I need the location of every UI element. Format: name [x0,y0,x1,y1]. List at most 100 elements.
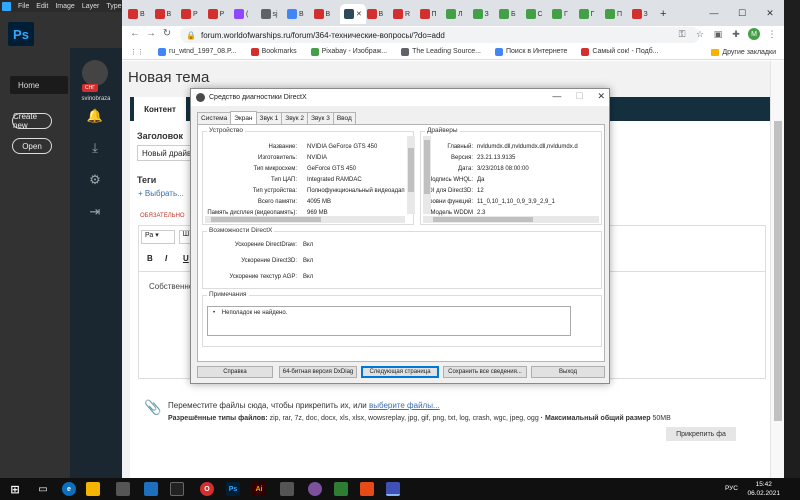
page-scrollbar[interactable] [770,61,784,478]
browser-tab[interactable]: ✕ [340,4,366,24]
close-button[interactable]: ✕ [756,0,784,26]
dxdiag-tab[interactable]: Звук 1 [255,112,283,124]
browser-tab[interactable]: Р [181,4,198,24]
app-icon-2[interactable] [144,482,158,496]
browser-tab[interactable]: В [128,4,145,24]
ps-create-new-button[interactable]: Create new [12,112,52,130]
dxdiag-tab[interactable]: Система [197,112,232,124]
dxdiag-tab[interactable]: Экран [230,111,257,124]
reload-icon[interactable]: ↻ [160,28,174,39]
forward-arrow-icon[interactable]: → [144,28,158,39]
address-bar[interactable]: 🔒 forum.worldofwarships.ru/forum/364-тех… [180,27,700,43]
save-all-button[interactable]: Сохранить все сведения... [443,366,527,378]
choose-files-link[interactable]: выберите файлы... [369,401,440,410]
ps-menu-file[interactable]: File [18,3,29,10]
exit-button[interactable]: Выход [531,366,605,378]
key-icon[interactable]: ⚿ [676,28,688,40]
app-icon-6[interactable] [360,482,374,496]
browser-tab[interactable]: Г [578,4,594,24]
viber-icon[interactable] [308,482,322,496]
bookmark-item[interactable]: Pixabay - Изображ... [310,47,387,56]
photoshop-taskbar-icon[interactable]: Ps [226,482,240,496]
attachment-zone[interactable]: 📎 Переместите файлы сюда, чтобы прикрепи… [138,393,766,443]
dxdiag-tab[interactable]: Звук 2 [281,112,309,124]
browser-tab[interactable]: С [525,4,543,24]
edge-icon[interactable]: e [62,482,76,496]
browser-tab[interactable]: В [287,4,304,24]
font-size-select[interactable]: Ра ▾ [141,230,175,244]
bookmark-item[interactable]: The Leading Source... [401,47,481,56]
windows-start-icon[interactable]: ⊞ [8,482,22,496]
bookmark-item[interactable]: Самый сок! - Подб... [581,47,659,56]
browser-tab[interactable]: R [393,4,410,24]
clock[interactable]: 15:42 06.02.2021 [747,480,780,498]
puzzle-icon[interactable]: ✚ [730,28,742,40]
ps-menu-layer[interactable]: Layer [82,3,100,10]
choose-tags-link[interactable]: + Выбрать... [138,189,184,198]
browser-tab[interactable]: П [605,4,622,24]
task-view-icon[interactable]: ▭ [36,482,50,496]
dxdiag-64bit-button[interactable]: 64-битная версия DxDiag [279,366,357,378]
apps-icon[interactable]: ⋮⋮ [130,48,144,56]
device-vscroll[interactable] [407,136,415,214]
bookmark-item[interactable]: Bookmarks [250,47,297,56]
ps-menu-edit[interactable]: Edit [36,3,48,10]
underline-button[interactable]: U [183,254,189,263]
app-icon-4[interactable] [280,482,294,496]
browser-tab[interactable]: Б [499,4,516,24]
browser-tab[interactable]: Г [552,4,568,24]
dx-close-button[interactable]: ✕ [597,91,605,102]
file-explorer-icon[interactable] [86,482,100,496]
help-button[interactable]: Справка [197,366,273,378]
illustrator-taskbar-icon[interactable]: Ai [252,482,266,496]
back-arrow-icon[interactable]: ← [128,28,142,39]
next-page-button[interactable]: Следующая страница [361,366,439,378]
browser-tab[interactable]: В [154,4,171,24]
logout-icon[interactable]: ⇥ [86,204,104,222]
drivers-vscroll[interactable] [423,136,431,214]
download-icon[interactable]: ⤓ [86,140,104,158]
app-icon-5[interactable] [334,482,348,496]
browser-tab[interactable]: В [313,4,330,24]
bold-button[interactable]: B [147,254,153,263]
bookmark-item[interactable]: ru_wtnd_1997_08.P... [158,47,237,56]
ps-open-button[interactable]: Open [12,138,52,154]
ps-menu-type[interactable]: Type [106,3,121,10]
device-hscroll[interactable] [205,216,405,223]
browser-tab[interactable]: Л [446,4,463,24]
browser-tab[interactable]: П [419,4,437,24]
page-scroll-thumb[interactable] [774,121,782,421]
new-tab-button[interactable]: + [660,8,666,20]
dx-minimize-button[interactable]: — [552,91,561,102]
notes-box[interactable]: • Неполадок не найдено. [207,306,571,336]
ps-home-tab[interactable]: Home [10,76,68,94]
star-icon[interactable]: ☆ [694,28,706,40]
user-avatar[interactable] [82,60,108,86]
browser-tab[interactable]: ( [234,4,248,24]
dxdiag-tab[interactable]: Звук 3 [307,112,334,124]
drivers-hscroll[interactable] [423,216,599,223]
bell-icon[interactable]: 🔔 [86,108,104,126]
browser-tab[interactable]: Р [207,4,224,24]
bookmark-item[interactable]: Поиск в Интернете [495,47,567,56]
attach-file-button[interactable]: Прикрепить фа [666,427,736,441]
ps-menu-image[interactable]: Image [55,3,74,10]
browser-tab[interactable]: sj [260,4,278,24]
menu-kebab-icon[interactable]: ⋮ [766,28,778,40]
minimize-button[interactable]: — [700,0,728,26]
browser-tab[interactable]: В [366,4,383,24]
extension-icon[interactable]: ▣ [712,28,724,40]
gear-icon[interactable]: ⚙ [86,172,104,190]
app-icon-3[interactable] [170,482,184,496]
profile-avatar[interactable]: M [748,28,760,40]
italic-button[interactable]: I [165,254,167,263]
browser-tab[interactable]: З [631,4,648,24]
dxdiag-taskbar-icon[interactable] [386,482,400,496]
maximize-button[interactable]: ☐ [728,0,756,26]
other-bookmarks[interactable]: Другие закладки [711,44,776,60]
language-indicator[interactable]: РУС [725,485,738,492]
tab-content[interactable]: Контент [134,97,186,121]
dxdiag-tab[interactable]: Ввод [332,112,356,124]
browser-tab[interactable]: З [472,4,489,24]
username[interactable]: svinobraza [74,96,118,102]
